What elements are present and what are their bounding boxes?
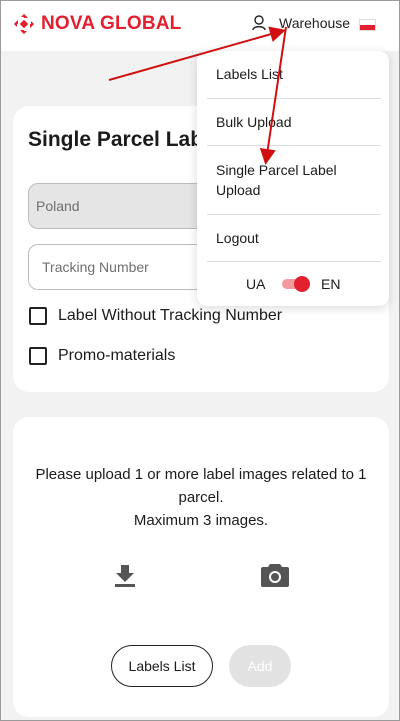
add-button[interactable]: Add xyxy=(229,645,291,687)
camera-icon[interactable] xyxy=(261,563,289,587)
no-tracking-checkbox-row[interactable]: Label Without Tracking Number xyxy=(29,307,282,325)
user-menu-trigger[interactable]: Warehouse xyxy=(252,15,350,31)
user-icon xyxy=(252,15,266,31)
menu-divider xyxy=(207,98,381,99)
warehouse-label: Warehouse xyxy=(279,15,351,31)
poland-flag-icon[interactable] xyxy=(359,19,376,31)
menu-divider xyxy=(207,261,381,262)
promo-label: Promo-materials xyxy=(58,347,176,364)
lang-ua-label: UA xyxy=(246,276,266,292)
toggle-knob xyxy=(294,276,310,292)
language-switch-row: UA EN xyxy=(197,274,389,294)
labels-list-button[interactable]: Labels List xyxy=(111,645,213,687)
page-title: Single Parcel Lab xyxy=(28,128,204,151)
no-tracking-checkbox[interactable] xyxy=(29,307,47,325)
nova-logo-icon xyxy=(14,14,34,34)
top-header: NOVA GLOBAL Warehouse xyxy=(1,1,399,51)
user-dropdown-menu: Labels List Bulk Upload Single Parcel La… xyxy=(197,51,389,306)
upload-instructions: Please upload 1 or more label images rel… xyxy=(23,463,379,532)
no-tracking-label: Label Without Tracking Number xyxy=(58,307,283,324)
brand-name: NOVA GLOBAL xyxy=(41,13,182,34)
promo-checkbox[interactable] xyxy=(29,347,47,365)
menu-item-single-parcel-upload[interactable]: Single Parcel Label Upload xyxy=(207,160,381,200)
upload-instruction-line: Please upload 1 or more label images rel… xyxy=(35,466,367,506)
download-icon[interactable] xyxy=(114,563,136,587)
promo-checkbox-row[interactable]: Promo-materials xyxy=(29,347,175,365)
menu-item-labels-list[interactable]: Labels List xyxy=(207,64,381,84)
upload-card: Please upload 1 or more label images rel… xyxy=(13,417,389,717)
lang-en-label: EN xyxy=(321,276,341,292)
language-toggle[interactable] xyxy=(282,276,310,292)
menu-divider xyxy=(207,145,381,146)
brand-logo[interactable]: NOVA GLOBAL xyxy=(13,13,181,35)
upload-limit-line: Maximum 3 images. xyxy=(133,512,269,529)
menu-item-logout[interactable]: Logout xyxy=(207,228,381,248)
menu-item-bulk-upload[interactable]: Bulk Upload xyxy=(207,112,381,132)
menu-divider xyxy=(207,214,381,215)
